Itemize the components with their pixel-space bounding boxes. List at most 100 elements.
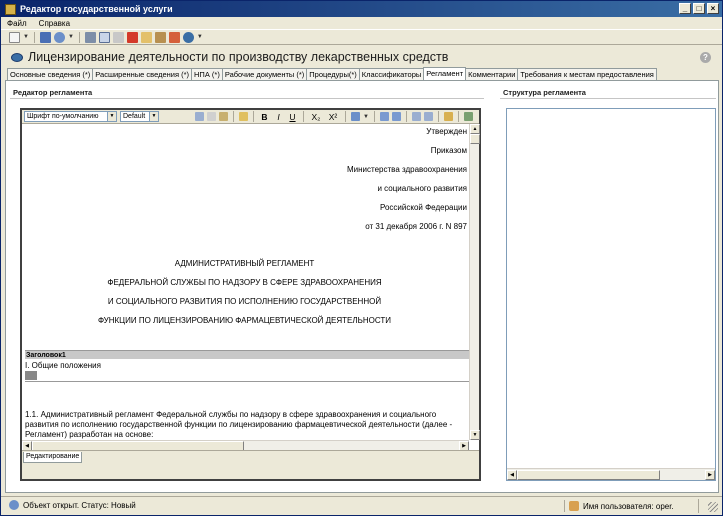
approval-line: от 31 декабря 2006 г. N 897 <box>365 222 467 231</box>
editor-bottom-bar: Редактирование <box>22 450 479 479</box>
structure-panel-title: Структура регламента <box>500 87 716 99</box>
bullet-list-icon[interactable] <box>391 112 401 121</box>
chevron-down-icon[interactable]: ▼ <box>107 112 116 121</box>
dropdown-arrow-icon[interactable]: ▼ <box>363 114 369 120</box>
help-circle-icon[interactable]: ? <box>700 52 711 63</box>
export-icon[interactable] <box>154 31 166 43</box>
dropdown-arrow-icon[interactable]: ▼ <box>23 34 29 40</box>
scroll-down-icon[interactable]: ▼ <box>470 430 480 440</box>
info-icon <box>9 500 19 510</box>
toolbar-separator <box>78 31 80 43</box>
status-left: Объект открыт. Статус: Новый <box>9 500 136 510</box>
tab-extended-info[interactable]: Расширенные сведения (*) <box>92 68 193 80</box>
maximize-button[interactable]: □ <box>693 3 705 14</box>
close-button[interactable]: × <box>707 3 719 14</box>
scroll-right-icon[interactable]: ▶ <box>705 470 715 480</box>
approval-line: Приказом <box>430 146 467 155</box>
superscript-button[interactable]: X² <box>326 112 340 122</box>
tab-editing[interactable]: Редактирование <box>23 452 83 463</box>
structure-panel: Структура регламента ◀ ▶ <box>500 87 716 489</box>
font-size-select[interactable]: Default ▼ <box>120 111 159 122</box>
font-family-select[interactable]: Шрифт по-умолчанию ▼ <box>24 111 117 122</box>
user-name: Имя пользователя: oper. <box>583 501 674 511</box>
dropdown-arrow-icon[interactable]: ▼ <box>197 34 203 40</box>
tab-classifiers[interactable]: Классификаторы <box>358 68 425 80</box>
subscript-button[interactable]: X₂ <box>309 112 323 122</box>
menu-bar: Файл Справка <box>1 17 722 29</box>
new-doc-icon[interactable] <box>9 31 20 43</box>
app-window: Редактор государственной услуги _ □ × Фа… <box>0 0 723 516</box>
copy-icon[interactable] <box>140 31 152 43</box>
tab-strip: Основные сведения (*) Расширенные сведен… <box>7 67 657 80</box>
heading-marker <box>25 371 37 380</box>
approval-line: Министерства здравоохранения <box>347 165 467 174</box>
numbered-list-icon[interactable] <box>379 112 389 121</box>
copy-icon[interactable] <box>207 112 216 121</box>
editor-horizontal-scrollbar[interactable]: ◀ ▶ <box>22 440 469 451</box>
document-area[interactable]: Утвержден Приказом Министерства здравоох… <box>22 124 469 440</box>
tab-regulation[interactable]: Регламент <box>423 67 467 80</box>
structure-horizontal-scrollbar[interactable]: ◀ ▶ <box>507 468 715 480</box>
save-icon[interactable] <box>39 31 51 43</box>
user-icon <box>569 501 579 511</box>
table-icon[interactable] <box>463 112 473 121</box>
scroll-thumb[interactable] <box>517 470 660 480</box>
dropdown-arrow-icon[interactable]: ▼ <box>68 34 74 40</box>
window-controls: _ □ × <box>679 3 719 14</box>
scroll-left-icon[interactable]: ◀ <box>507 470 517 480</box>
toolbar-separator <box>457 111 459 122</box>
tab-place-requirements[interactable]: Требования к местам предоставления <box>517 68 657 80</box>
menu-help[interactable]: Справка <box>37 19 72 28</box>
minimize-button[interactable]: _ <box>679 3 691 14</box>
toolbar-separator <box>33 31 35 43</box>
structure-tree[interactable]: ◀ ▶ <box>506 108 716 481</box>
delete-icon[interactable] <box>126 31 138 43</box>
regulation-heading-line: И СОЦИАЛЬНОГО РАЗВИТИЯ ПО ИСПОЛНЕНИЮ ГОС… <box>107 297 382 306</box>
font-size-value: Default <box>123 113 146 120</box>
scroll-thumb[interactable] <box>470 134 480 144</box>
editor-vertical-scrollbar[interactable]: ▲ ▼ <box>469 124 480 440</box>
chevron-down-icon[interactable]: ▼ <box>149 112 158 121</box>
tab-procedures[interactable]: Процедуры(*) <box>306 68 360 80</box>
link-icon[interactable] <box>443 112 453 121</box>
main-toolbar: ▼ ▼ ▼ <box>1 29 722 45</box>
title-bar: Редактор государственной услуги _ □ × <box>1 1 722 17</box>
underline-button[interactable]: U <box>287 112 298 122</box>
eye-icon <box>11 52 23 62</box>
status-user: Имя пользователя: oper. <box>564 500 674 512</box>
toolbar-separator <box>233 111 234 122</box>
paragraph-text: 1.1. Административный регламент Федераль… <box>25 410 453 439</box>
globe-icon[interactable] <box>53 31 65 43</box>
window-title: Редактор государственной услуги <box>20 4 173 14</box>
section-title: I. Общие положения <box>25 361 101 370</box>
regulation-heading-line: ФЕДЕРАЛЬНОЙ СЛУЖБЫ ПО НАДЗОРУ В СФЕРЕ ЗД… <box>107 278 382 287</box>
approval-line: Российской Федерации <box>380 203 467 212</box>
scroll-up-icon[interactable]: ▲ <box>470 124 480 134</box>
resize-grip-icon[interactable] <box>708 502 718 512</box>
text-color-icon[interactable] <box>351 112 360 121</box>
app-icon <box>5 3 16 15</box>
preview-icon[interactable] <box>98 31 110 43</box>
tab-comments[interactable]: Комментарии <box>465 68 519 80</box>
bold-button[interactable]: B <box>259 112 270 122</box>
eraser-icon[interactable] <box>239 112 248 121</box>
tab-basic-info[interactable]: Основные сведения (*) <box>7 68 94 80</box>
report-icon[interactable] <box>168 31 180 43</box>
properties-icon[interactable] <box>112 31 124 43</box>
outdent-icon[interactable] <box>411 112 421 121</box>
tab-work-docs[interactable]: Рабочие документы (*) <box>221 68 308 80</box>
font-family-value: Шрифт по-умолчанию <box>27 113 99 120</box>
help-icon[interactable] <box>182 31 194 43</box>
print-icon[interactable] <box>84 31 96 43</box>
toolbar-separator <box>373 111 375 122</box>
cut-icon[interactable] <box>195 112 204 121</box>
menu-file[interactable]: Файл <box>5 19 29 28</box>
indent-icon[interactable] <box>423 112 433 121</box>
tab-npa[interactable]: НПА (*) <box>191 68 223 80</box>
regulation-heading-line: ФУНКЦИИ ПО ЛИЦЕНЗИРОВАНИЮ ФАРМАЦЕВТИЧЕСК… <box>97 316 392 325</box>
toolbar-separator <box>253 111 254 122</box>
page-header: Лицензирование деятельности по производс… <box>1 46 722 68</box>
italic-button[interactable]: I <box>273 112 284 122</box>
heading-divider <box>25 381 469 382</box>
paste-icon[interactable] <box>219 112 228 121</box>
